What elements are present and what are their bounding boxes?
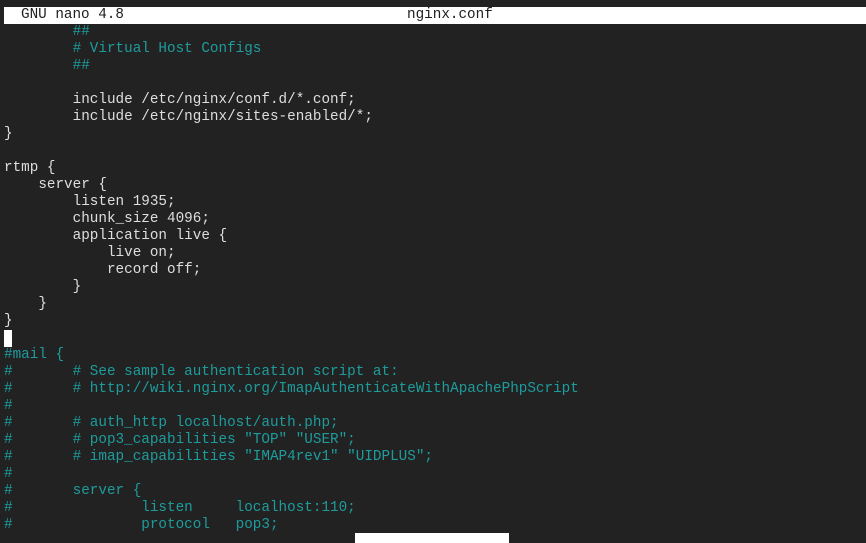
nano-title-bar: GNU nano 4.8 nginx.conf [4, 7, 866, 24]
code-line[interactable]: application live { [4, 228, 866, 245]
text-cursor [4, 330, 12, 347]
comment-line[interactable]: # protocol pop3; [4, 517, 866, 534]
comment-line[interactable]: # server { [4, 483, 866, 500]
code-line[interactable]: } [4, 279, 866, 296]
filename-label: nginx.conf [407, 7, 493, 23]
comment-line[interactable]: # # pop3_capabilities "TOP" "USER"; [4, 432, 866, 449]
comment-line[interactable]: # [4, 398, 866, 415]
comment-line[interactable]: # # See sample authentication script at: [4, 364, 866, 381]
comment-line[interactable]: # [4, 466, 866, 483]
code-line[interactable] [4, 143, 866, 160]
comment-line[interactable]: ## [4, 24, 866, 41]
code-line[interactable]: listen 1935; [4, 194, 866, 211]
comment-line[interactable]: # # http://wiki.nginx.org/ImapAuthentica… [4, 381, 866, 398]
code-line[interactable]: record off; [4, 262, 866, 279]
code-line[interactable] [4, 330, 866, 347]
comment-line[interactable]: # # auth_http localhost/auth.php; [4, 415, 866, 432]
app-version-label: GNU nano 4.8 [21, 7, 124, 23]
comment-line[interactable]: ## [4, 58, 866, 75]
code-line[interactable]: } [4, 313, 866, 330]
code-line[interactable]: } [4, 296, 866, 313]
code-line[interactable]: chunk_size 4096; [4, 211, 866, 228]
comment-line[interactable]: #mail { [4, 347, 866, 364]
code-line[interactable]: include /etc/nginx/conf.d/*.conf; [4, 92, 866, 109]
code-line[interactable] [4, 75, 866, 92]
status-bar [355, 533, 509, 543]
editor-text-area[interactable]: ## # Virtual Host Configs ## include /et… [4, 24, 866, 534]
code-line[interactable]: include /etc/nginx/sites-enabled/*; [4, 109, 866, 126]
code-line[interactable]: live on; [4, 245, 866, 262]
code-line[interactable]: rtmp { [4, 160, 866, 177]
code-line[interactable]: server { [4, 177, 866, 194]
comment-line[interactable]: # # imap_capabilities "IMAP4rev1" "UIDPL… [4, 449, 866, 466]
comment-line[interactable]: # Virtual Host Configs [4, 41, 866, 58]
comment-line[interactable]: # listen localhost:110; [4, 500, 866, 517]
code-line[interactable]: } [4, 126, 866, 143]
